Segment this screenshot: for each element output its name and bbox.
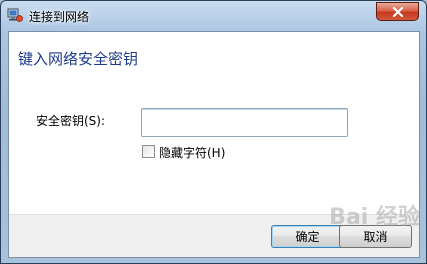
title-bar[interactable]: 连接到网络 [1, 1, 426, 31]
window-title: 连接到网络 [29, 10, 90, 24]
dialog-content: 键入网络安全密钥 安全密钥(S): 隐藏字符(H) 确定 取消 [8, 31, 420, 258]
hide-characters-label[interactable]: 隐藏字符(H) [159, 144, 225, 161]
cancel-button[interactable]: 取消 [339, 225, 412, 248]
close-button[interactable] [376, 2, 419, 21]
security-key-label: 安全密钥(S): [36, 114, 106, 128]
network-connect-icon [7, 7, 23, 23]
ok-button[interactable]: 确定 [271, 225, 344, 248]
hide-characters-checkbox[interactable] [142, 145, 155, 158]
dialog-window: 连接到网络 键入网络安全密钥 安全密钥(S): 隐藏字符(H) 确定 取消 Ba… [0, 0, 427, 264]
button-bar: 确定 取消 [9, 214, 419, 257]
close-icon [392, 2, 404, 21]
dialog-heading: 键入网络安全密钥 [18, 50, 139, 68]
security-key-input[interactable] [141, 108, 348, 137]
